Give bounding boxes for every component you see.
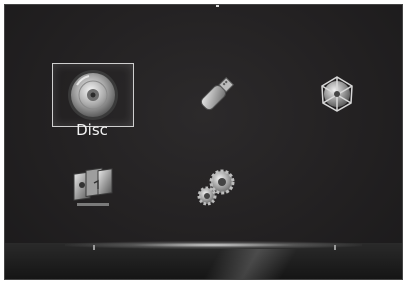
menu-item-network[interactable] <box>297 63 377 125</box>
menu-item-usb[interactable] <box>177 63 257 125</box>
menu-item-disc-label: Disc <box>76 121 108 139</box>
menu-item-media-library[interactable] <box>52 157 132 219</box>
network-icon <box>321 76 353 112</box>
home-menu-screen: Disc <box>4 4 403 280</box>
usb-drive-icon <box>200 77 234 111</box>
menu-item-disc[interactable] <box>52 63 134 127</box>
floor-tick-left <box>93 245 95 250</box>
media-library-icon <box>73 167 113 206</box>
settings-gears-icon <box>197 169 235 206</box>
disc-icon <box>68 70 118 120</box>
menu-item-settings[interactable] <box>177 157 257 219</box>
floor-tick-right <box>334 245 336 250</box>
floor-glow-line <box>65 241 362 249</box>
top-marker <box>216 5 219 7</box>
floor-light-streak <box>195 249 305 279</box>
